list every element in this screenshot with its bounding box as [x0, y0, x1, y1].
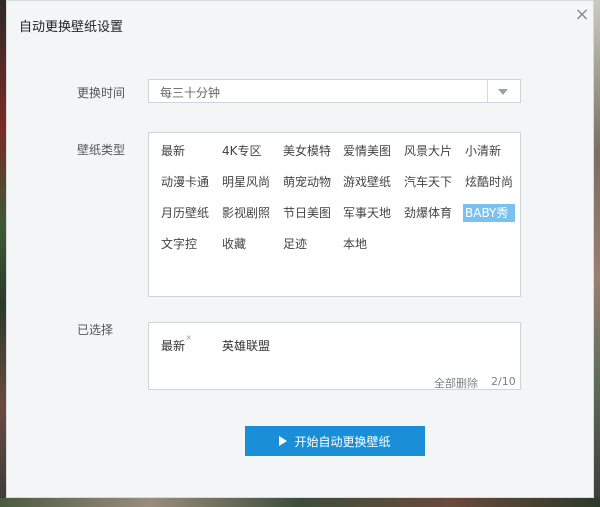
- type-option-baby[interactable]: BABY秀: [463, 204, 515, 222]
- type-option-cars[interactable]: 汽车天下: [402, 173, 454, 191]
- type-option-pets[interactable]: 萌宠动物: [281, 173, 333, 191]
- wallpaper-type-panel: 最新 4K专区 美女模特 爱情美图 风景大片 小清新 动漫卡通 明星风尚 萌宠动…: [148, 132, 521, 297]
- type-option-cool-fashion[interactable]: 炫酷时尚: [463, 173, 515, 191]
- change-time-value: 每三十分钟: [160, 86, 221, 100]
- clear-all-link[interactable]: 全部删除: [434, 375, 478, 391]
- play-icon: [279, 436, 288, 446]
- selected-item-label: 最新: [161, 339, 186, 353]
- selected-item-latest[interactable]: 最新 ×: [161, 333, 192, 354]
- type-option-film-stills[interactable]: 影视剧照: [220, 204, 272, 222]
- type-option-latest[interactable]: 最新: [159, 142, 187, 160]
- type-option-sports[interactable]: 劲爆体育: [402, 204, 454, 222]
- type-option-calendar[interactable]: 月历壁纸: [159, 204, 211, 222]
- remove-icon[interactable]: ×: [185, 333, 192, 342]
- select-divider: [487, 80, 488, 102]
- selected-panel: 最新 × 英雄联盟 全部删除 2/10: [148, 322, 521, 390]
- type-option-anime[interactable]: 动漫卡通: [159, 173, 211, 191]
- start-button-label: 开始自动更换壁纸: [294, 434, 391, 449]
- selected-label: 已选择: [77, 323, 114, 337]
- change-time-label: 更换时间: [77, 86, 126, 100]
- type-option-models[interactable]: 美女模特: [281, 142, 333, 160]
- start-auto-change-button[interactable]: 开始自动更换壁纸: [245, 426, 425, 456]
- close-icon[interactable]: ×: [574, 6, 590, 24]
- type-option-history[interactable]: 足迹: [281, 235, 309, 253]
- type-option-military[interactable]: 军事天地: [341, 204, 393, 222]
- background-wallpaper-bottom: [0, 498, 600, 507]
- change-time-select[interactable]: 每三十分钟: [148, 79, 521, 103]
- type-option-games[interactable]: 游戏壁纸: [341, 173, 393, 191]
- type-option-text[interactable]: 文字控: [159, 235, 199, 253]
- auto-wallpaper-settings-dialog: 自动更换壁纸设置 × 更换时间 每三十分钟 壁纸类型 最新 4K专区 美女模特 …: [6, 0, 594, 498]
- type-option-festival[interactable]: 节日美图: [281, 204, 333, 222]
- type-option-love[interactable]: 爱情美图: [341, 142, 393, 160]
- type-option-landscape[interactable]: 风景大片: [402, 142, 454, 160]
- dialog-title: 自动更换壁纸设置: [19, 20, 124, 35]
- type-option-celebrity[interactable]: 明星风尚: [220, 173, 272, 191]
- selected-count: 2/10: [491, 375, 516, 388]
- background-wallpaper-right: [594, 0, 600, 507]
- type-option-4k[interactable]: 4K专区: [220, 142, 264, 160]
- type-option-local[interactable]: 本地: [341, 235, 369, 253]
- selected-item-lol[interactable]: 英雄联盟: [222, 337, 270, 354]
- type-option-fresh[interactable]: 小清新: [463, 142, 503, 160]
- selected-item-label: 英雄联盟: [222, 339, 271, 353]
- wallpaper-type-label: 壁纸类型: [77, 143, 126, 157]
- type-option-favorites[interactable]: 收藏: [220, 235, 248, 253]
- dropdown-arrow-icon[interactable]: [498, 89, 508, 95]
